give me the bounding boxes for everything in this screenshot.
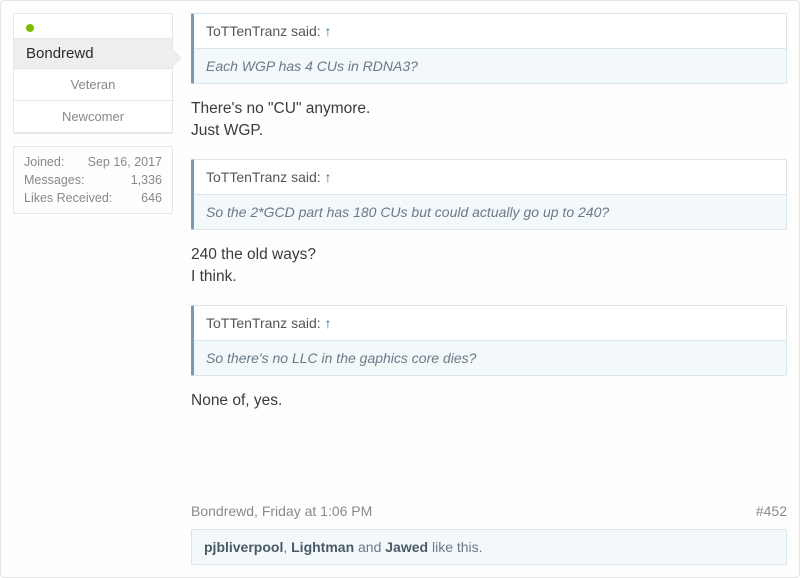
post-author-timestamp[interactable]: Bondrewd, Friday at 1:06 PM (191, 503, 372, 519)
reply-text: 240 the old ways? I think. (191, 244, 787, 289)
user-column: Bondrewd Veteran Newcomer Joined: Sep 16… (13, 13, 173, 565)
speech-arrow-icon (172, 48, 182, 68)
quote-attribution: ToTTenTranz said: ↑ (194, 160, 786, 195)
quote-text: Each WGP has 4 CUs in RDNA3? (194, 49, 786, 83)
post-content: ToTTenTranz said: ↑ Each WGP has 4 CUs i… (191, 13, 787, 565)
quote-jump-link[interactable]: ↑ (325, 315, 332, 331)
sep: , (283, 539, 291, 555)
quote-jump-link[interactable]: ↑ (325, 23, 332, 39)
forum-post: Bondrewd Veteran Newcomer Joined: Sep 16… (0, 0, 800, 578)
stat-likes: Likes Received: 646 (24, 189, 162, 207)
user-stats: Joined: Sep 16, 2017 Messages: 1,336 Lik… (13, 146, 173, 214)
likes-tail: like this. (428, 539, 482, 555)
quote-block: ToTTenTranz said: ↑ So there's no LLC in… (191, 305, 787, 376)
user-rank-secondary: Newcomer (14, 101, 172, 133)
stat-label: Joined: (24, 155, 64, 169)
reply-text: There's no "CU" anymore. Just WGP. (191, 98, 787, 143)
quote-jump-link[interactable]: ↑ (325, 169, 332, 185)
quote-text: So the 2*GCD part has 180 CUs but could … (194, 195, 786, 229)
quote-attribution: ToTTenTranz said: ↑ (194, 14, 786, 49)
post-number[interactable]: #452 (756, 503, 787, 519)
quote-author: ToTTenTranz said: (206, 23, 321, 39)
quote-attribution: ToTTenTranz said: ↑ (194, 306, 786, 341)
quote-author: ToTTenTranz said: (206, 169, 321, 185)
liker-name[interactable]: Jawed (385, 539, 428, 555)
stat-value: Sep 16, 2017 (88, 155, 162, 169)
stat-label: Messages: (24, 173, 84, 187)
online-indicator-icon (26, 24, 34, 32)
stat-value: 1,336 (131, 173, 162, 187)
user-info-box: Bondrewd Veteran Newcomer (13, 13, 173, 134)
reply-text: None of, yes. (191, 390, 787, 412)
likes-summary: pjbliverpool, Lightman and Jawed like th… (191, 529, 787, 565)
quote-block: ToTTenTranz said: ↑ So the 2*GCD part ha… (191, 159, 787, 230)
liker-name[interactable]: Lightman (291, 539, 354, 555)
username[interactable]: Bondrewd (14, 38, 172, 69)
liker-name[interactable]: pjbliverpool (204, 539, 283, 555)
stat-value: 646 (141, 191, 162, 205)
quote-author: ToTTenTranz said: (206, 315, 321, 331)
post-meta: Bondrewd, Friday at 1:06 PM #452 (191, 497, 787, 519)
sep: and (354, 539, 385, 555)
user-rank-primary: Veteran (14, 69, 172, 101)
stat-joined: Joined: Sep 16, 2017 (24, 153, 162, 171)
stat-messages: Messages: 1,336 (24, 171, 162, 189)
quote-text: So there's no LLC in the gaphics core di… (194, 341, 786, 375)
quote-block: ToTTenTranz said: ↑ Each WGP has 4 CUs i… (191, 13, 787, 84)
stat-label: Likes Received: (24, 191, 112, 205)
